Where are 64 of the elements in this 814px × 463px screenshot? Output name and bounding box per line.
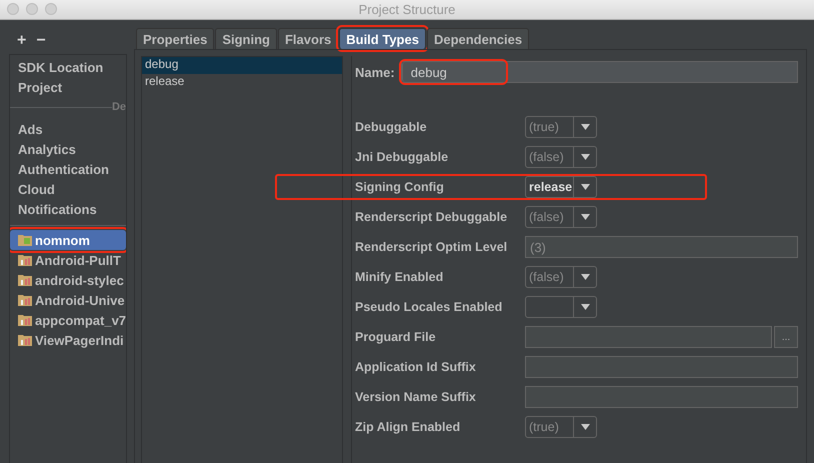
field-label: Renderscript Optim Level	[355, 239, 508, 255]
sidebar-item[interactable]: Authentication	[10, 159, 126, 179]
build-type-item[interactable]: release	[142, 74, 342, 91]
sidebar-item[interactable]: Android-Unive	[10, 290, 126, 310]
sidebar-item[interactable]: android-stylec	[10, 270, 126, 290]
dropdown[interactable]: (false)	[525, 266, 597, 288]
field-label: Signing Config	[355, 179, 445, 195]
sidebar-item[interactable]: Notifications	[10, 199, 126, 219]
dropdown-arrow-icon	[580, 184, 590, 190]
field-label: Zip Align Enabled	[355, 419, 462, 435]
field-label: Pseudo Locales Enabled	[355, 299, 504, 315]
minimize-button[interactable]	[26, 3, 38, 15]
dropdown[interactable]: release	[525, 176, 597, 198]
dropdown-arrow-icon	[580, 424, 590, 430]
sidebar-item[interactable]: appcompat_v7	[10, 310, 126, 330]
dropdown-arrow-icon	[580, 124, 590, 130]
module-folder-icon	[18, 294, 32, 306]
tab[interactable]: Properties	[136, 28, 214, 49]
field-label: Jni Debuggable	[355, 149, 450, 165]
module-folder-icon	[18, 334, 32, 346]
tab[interactable]: Dependencies	[426, 28, 530, 49]
section-heading: De	[112, 101, 126, 113]
sidebar-item[interactable]: Cloud	[10, 179, 126, 199]
field-label: Version Name Suffix	[355, 389, 477, 405]
dropdown[interactable]	[525, 296, 597, 318]
browse-button[interactable]: ...	[774, 326, 798, 348]
dropdown-arrow-icon	[580, 214, 590, 220]
dropdown[interactable]: (false)	[525, 146, 597, 168]
sidebar-item[interactable]: nomnom	[10, 230, 126, 250]
sidebar-item[interactable]: ViewPagerIndi	[10, 330, 126, 350]
build-type-item[interactable]: debug	[142, 57, 342, 74]
dropdown-arrow-icon	[580, 304, 590, 310]
field-label: Minify Enabled	[355, 269, 444, 285]
text-field[interactable]	[525, 356, 798, 378]
module-folder-icon	[18, 314, 32, 326]
dropdown[interactable]: (true)	[525, 416, 597, 438]
dropdown[interactable]: (true)	[525, 116, 597, 138]
text-field[interactable]	[525, 386, 798, 408]
add-button[interactable]: +	[17, 32, 26, 50]
module-folder-icon	[18, 274, 32, 286]
name-label: Name:	[355, 64, 395, 80]
dropdown[interactable]: (false)	[525, 206, 597, 228]
remove-button[interactable]: −	[36, 32, 46, 50]
field-label: Renderscript Debuggable	[355, 209, 508, 225]
zoom-button[interactable]	[45, 3, 57, 15]
sidebar-item[interactable]: SDK Location	[10, 57, 126, 77]
sidebar-item[interactable]: Analytics	[10, 139, 126, 159]
tab[interactable]: Build Types	[339, 28, 426, 49]
sidebar-item[interactable]: Project	[10, 77, 126, 97]
window-title: Project Structure	[358, 2, 456, 17]
module-folder-icon	[18, 234, 32, 246]
dropdown-arrow-icon	[580, 154, 590, 160]
field-label: Proguard File	[355, 329, 437, 345]
sidebar-item[interactable]: Android-PullT	[10, 250, 126, 270]
tab[interactable]: Flavors	[278, 28, 338, 49]
sidebar-item[interactable]: Ads	[10, 119, 126, 139]
file-field[interactable]	[525, 326, 772, 348]
tab[interactable]: Signing	[215, 28, 277, 49]
name-field[interactable]: debug	[402, 62, 505, 82]
close-button[interactable]	[7, 3, 19, 15]
field-label: Application Id Suffix	[355, 359, 477, 375]
field-label: Debuggable	[355, 119, 428, 135]
dropdown-arrow-icon	[580, 274, 590, 280]
module-folder-icon	[18, 254, 32, 266]
